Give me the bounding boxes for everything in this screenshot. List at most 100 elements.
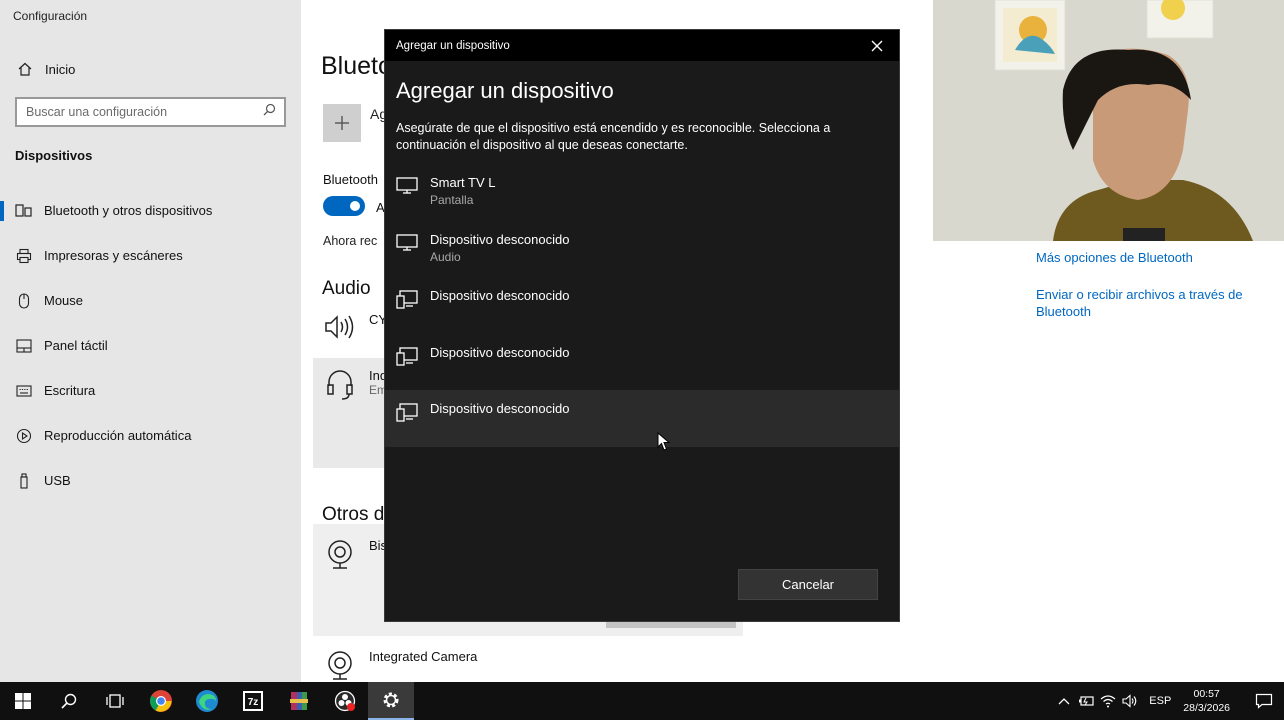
device-list-item[interactable]: Dispositivo desconocido Audio: [385, 221, 899, 278]
cancel-button[interactable]: Cancelar: [738, 569, 878, 600]
input-language[interactable]: ESP: [1149, 695, 1171, 707]
other-device-row[interactable]: Integrated Camera: [323, 649, 477, 681]
task-view-icon: [106, 694, 124, 708]
devices-icon: [396, 346, 418, 369]
search-box[interactable]: [15, 97, 286, 127]
keyboard-icon: [15, 382, 33, 400]
taskbar: 7z ESP 00:57 28/3/2026: [0, 682, 1284, 720]
dialog-titlebar-text: Agregar un dispositivo: [396, 39, 510, 52]
sidebar-item-label: Panel táctil: [44, 338, 108, 353]
task-view-button[interactable]: [92, 682, 138, 720]
discoverable-text: Ahora rec: [323, 234, 378, 248]
device-list-item[interactable]: Smart TV L Pantalla: [385, 164, 899, 221]
audio-device-row[interactable]: Ind Em: [323, 368, 387, 402]
search-icon[interactable]: [263, 103, 276, 121]
home-label: Inicio: [45, 61, 76, 77]
winrar-button[interactable]: [276, 682, 322, 720]
send-receive-files-link[interactable]: Enviar o recibir archivos a través de Bl…: [1036, 286, 1256, 320]
clock-time: 00:57: [1193, 688, 1220, 700]
usb-icon: [15, 472, 33, 490]
device-list-item[interactable]: Dispositivo desconocido: [385, 390, 899, 447]
mouse-icon: [15, 292, 33, 310]
device-type: Audio: [430, 249, 461, 264]
progress-bar: [606, 622, 736, 628]
notification-icon: [1255, 693, 1273, 709]
home-icon: [15, 61, 35, 77]
sidebar-item-printers[interactable]: Impresoras y escáneres: [0, 233, 301, 278]
dialog-heading: Agregar un dispositivo: [396, 78, 614, 103]
touchpad-icon: [15, 337, 33, 355]
battery-icon[interactable]: [1075, 682, 1097, 720]
other-device-row[interactable]: Bis: [323, 538, 387, 570]
bluetooth-toggle[interactable]: [323, 196, 365, 216]
7zip-icon: 7z: [243, 691, 263, 711]
headset-icon: [327, 370, 353, 400]
section-label: Dispositivos: [15, 148, 93, 163]
webcam-image: [933, 0, 1284, 241]
devices-icon: [396, 403, 418, 425]
sidebar-item-mouse[interactable]: Mouse: [0, 278, 301, 323]
sidebar-item-label: Bluetooth y otros dispositivos: [44, 203, 213, 218]
sidebar-item-usb[interactable]: USB: [0, 458, 301, 503]
7zip-button[interactable]: 7z: [230, 682, 276, 720]
settings-button[interactable]: [368, 682, 414, 720]
edge-icon: [196, 690, 218, 712]
device-name: Smart TV L: [430, 175, 496, 190]
chrome-icon: [150, 690, 172, 712]
chrome-button[interactable]: [138, 682, 184, 720]
active-indicator: [0, 201, 4, 221]
device-name: Dispositivo desconocido: [430, 288, 570, 303]
device-name: Integrated Camera: [369, 649, 478, 664]
dialog-titlebar: Agregar un dispositivo: [385, 30, 899, 61]
add-device-button[interactable]: [323, 104, 361, 142]
printer-icon: [15, 247, 33, 265]
close-button[interactable]: [855, 30, 899, 61]
audio-device-row[interactable]: CY: [323, 312, 387, 342]
sidebar-item-autoplay[interactable]: Reproducción automática: [0, 413, 301, 458]
sidebar-item-touchpad[interactable]: Panel táctil: [0, 323, 301, 368]
close-icon: [871, 40, 883, 51]
clock-date: 28/3/2026: [1183, 702, 1230, 714]
audio-heading: Audio: [322, 278, 371, 299]
search-icon: [61, 693, 77, 709]
add-device-dialog: Agregar un dispositivo Agregar un dispos…: [384, 29, 900, 622]
autoplay-icon: [15, 427, 33, 445]
obs-icon: [334, 690, 356, 712]
notifications-button[interactable]: [1244, 693, 1284, 709]
sidebar-item-label: Escritura: [44, 383, 96, 398]
webcam-overlay: [933, 0, 1284, 241]
sidebar-item-label: USB: [44, 473, 71, 488]
app-title: Configuración: [13, 9, 88, 23]
sidebar-item-label: Impresoras y escáneres: [44, 248, 183, 263]
svg-text:7z: 7z: [248, 697, 259, 708]
chevron-up-icon[interactable]: [1053, 682, 1075, 720]
monitor-icon: [396, 233, 418, 256]
webcam-icon: [328, 540, 352, 569]
clock[interactable]: 00:57 28/3/2026: [1183, 687, 1230, 715]
bluetooth-label: Bluetooth: [323, 172, 378, 187]
volume-icon[interactable]: [1119, 682, 1141, 720]
speaker-icon: [325, 315, 354, 339]
search-button[interactable]: [46, 682, 92, 720]
more-bluetooth-options-link[interactable]: Más opciones de Bluetooth: [1036, 249, 1193, 266]
toggle-knob: [350, 201, 360, 211]
bluetooth-devices-icon: [15, 202, 33, 220]
devices-icon: [396, 290, 418, 312]
sidebar-nav: Bluetooth y otros dispositivos Impresora…: [0, 188, 301, 503]
plus-icon: [335, 116, 349, 130]
other-devices-heading: Otros d: [322, 504, 385, 525]
start-button[interactable]: [0, 682, 46, 720]
wifi-icon[interactable]: [1097, 682, 1119, 720]
home-nav-item[interactable]: Inicio: [15, 58, 75, 80]
edge-button[interactable]: [184, 682, 230, 720]
search-input[interactable]: [26, 105, 263, 119]
system-tray: ESP 00:57 28/3/2026: [1053, 682, 1284, 720]
sidebar-item-bluetooth[interactable]: Bluetooth y otros dispositivos: [0, 188, 301, 233]
device-list-item[interactable]: Dispositivo desconocido: [385, 277, 899, 334]
webcam-icon: [328, 651, 352, 680]
settings-sidebar: Configuración Inicio Dispositivos Blueto…: [0, 0, 301, 682]
obs-button[interactable]: [322, 682, 368, 720]
winrar-icon: [290, 692, 308, 710]
sidebar-item-typing[interactable]: Escritura: [0, 368, 301, 413]
device-list-item[interactable]: Dispositivo desconocido: [385, 334, 899, 391]
